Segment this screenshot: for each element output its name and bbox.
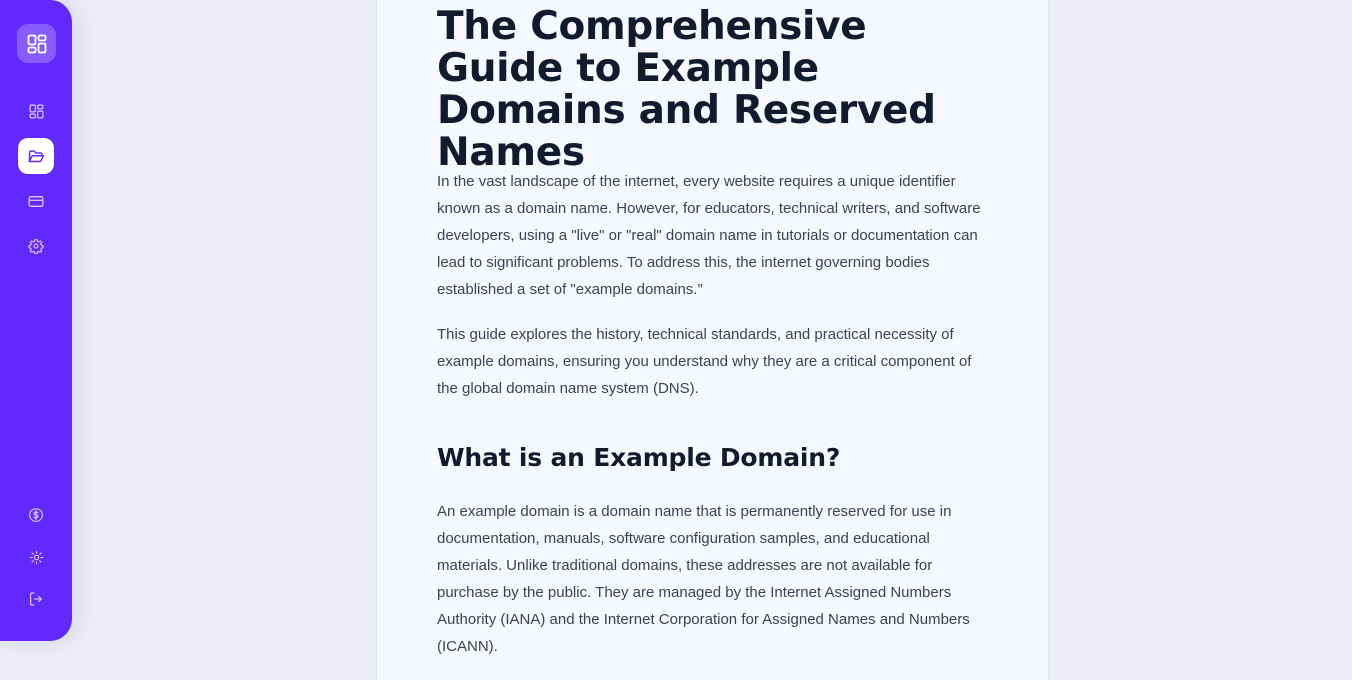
intro-paragraph: In the vast landscape of the internet, e… bbox=[437, 173, 981, 298]
nav-settings-button[interactable] bbox=[18, 228, 54, 264]
dashboard-grid-icon bbox=[29, 104, 43, 118]
section-paragraph: An example domain is a domain name that … bbox=[437, 503, 970, 655]
dollar-circle-icon bbox=[29, 508, 43, 522]
folder-open-icon bbox=[28, 149, 44, 162]
logout-icon bbox=[30, 592, 42, 606]
article-title: The Comprehensive Guide to Example Domai… bbox=[437, 4, 936, 175]
app-logo[interactable] bbox=[17, 24, 56, 63]
guide-paragraph: This guide explores the history, technic… bbox=[437, 326, 972, 397]
nav-files-button[interactable] bbox=[18, 138, 54, 174]
section-heading: What is an Example Domain? bbox=[437, 443, 841, 472]
gear-icon bbox=[28, 239, 44, 254]
nav-pricing-button[interactable] bbox=[18, 497, 54, 533]
nav-theme-button[interactable] bbox=[18, 539, 54, 575]
sun-icon bbox=[29, 550, 43, 564]
sidebar bbox=[0, 0, 72, 641]
nav-billing-button[interactable] bbox=[18, 183, 54, 219]
nav-dashboard-button[interactable] bbox=[18, 93, 54, 129]
nav-logout-button[interactable] bbox=[18, 581, 54, 617]
credit-card-icon bbox=[28, 195, 44, 207]
dashboard-grid-icon bbox=[27, 34, 46, 53]
